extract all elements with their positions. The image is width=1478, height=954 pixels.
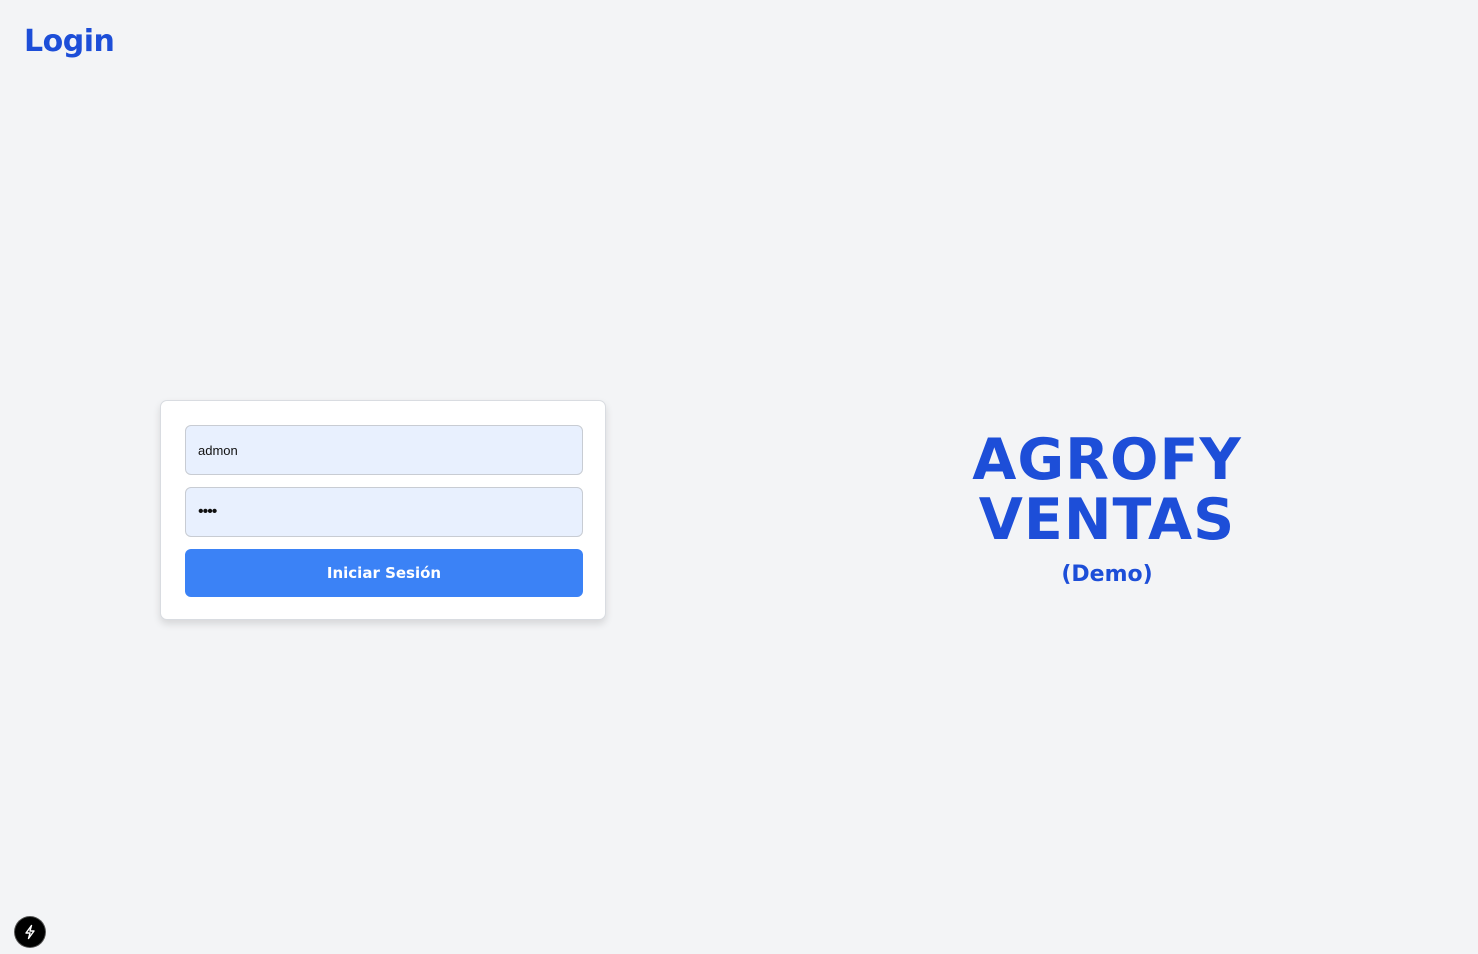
page-title: Login (24, 24, 115, 59)
brand-block: AGROFY VENTAS (Demo) (957, 430, 1257, 587)
brand-name-line2: VENTAS (978, 487, 1236, 553)
brand-subtitle: (Demo) (1061, 562, 1153, 587)
username-input[interactable] (185, 425, 583, 475)
lightning-bolt-icon (25, 924, 35, 940)
brand-name-line1: AGROFY (972, 427, 1242, 493)
dev-tools-button[interactable] (15, 917, 45, 947)
password-input[interactable] (185, 487, 583, 537)
login-button[interactable]: Iniciar Sesión (185, 549, 583, 597)
login-page: Login Iniciar Sesión AGROFY VENTAS (Demo… (0, 0, 1478, 954)
login-form: Iniciar Sesión (160, 400, 606, 620)
